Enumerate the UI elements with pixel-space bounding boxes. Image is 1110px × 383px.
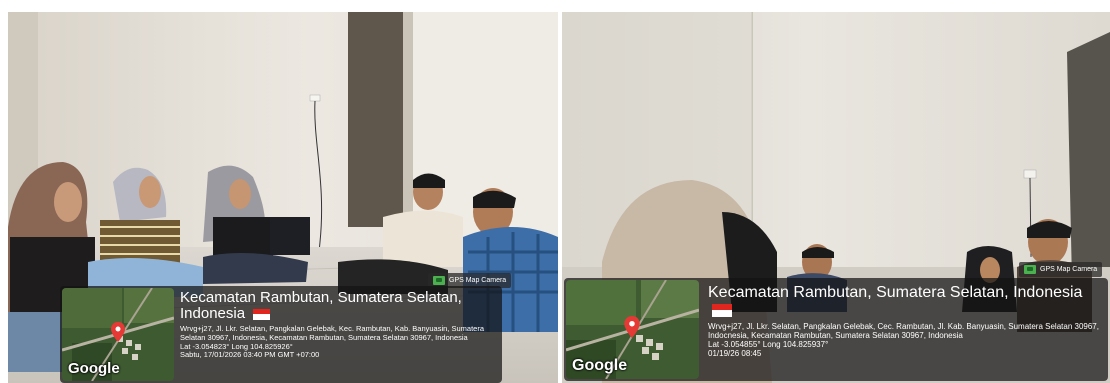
location-address: Wrvg+j27, Jl. Lkr. Selatan, Pangkalan Ge… (708, 321, 1099, 340)
location-info: Kecamatan Rambutan, Sumatera Selatan, In… (180, 289, 500, 360)
gps-map-camera-badge: GPS Map Camera (1019, 262, 1103, 277)
indonesia-flag-icon (712, 303, 732, 317)
location-coordinates: Lat -3.054855° Long 104.825937° (708, 339, 829, 349)
photo-timestamp: Sabtu, 17/01/2026 03:40 PM GMT +07:00 (180, 350, 320, 360)
geotagged-photo-right: GPS Map Camera Google Kecamatan Rambutan… (562, 12, 1110, 383)
satellite-minimap: Google (566, 280, 699, 379)
location-title-text: Kecamatan Rambutan, Sumatera Selatan, In… (180, 289, 462, 323)
indonesia-flag-icon (253, 308, 271, 320)
photo-timestamp: 01/19/26 08:45 (708, 349, 762, 359)
gps-badge-label: GPS Map Camera (449, 277, 507, 284)
geotagged-photo-left: GPS Map Camera Google Kecamatan Rambutan… (8, 12, 558, 383)
location-title: Kecamatan Rambutan, Sumatera Selatan, In… (708, 284, 1106, 319)
location-info: Kecamatan Rambutan, Sumatera Selatan, In… (708, 284, 1106, 358)
location-title: Kecamatan Rambutan, Sumatera Selatan, In… (180, 289, 500, 323)
location-title-text: Kecamatan Rambutan, Sumatera Selatan, In… (708, 284, 1083, 301)
location-address: Wrvg+j27, Jl. Lkr. Selatan, Pangkalan Ge… (180, 324, 484, 342)
location-pin-icon (111, 322, 125, 342)
satellite-minimap: Google (62, 288, 174, 381)
google-map-label: Google (68, 360, 120, 377)
gps-badge-label: GPS Map Camera (1040, 266, 1098, 273)
location-pin-icon (624, 316, 640, 338)
google-map-label: Google (572, 357, 628, 374)
gps-camera-icon (433, 276, 445, 285)
gps-camera-icon (1024, 265, 1036, 274)
